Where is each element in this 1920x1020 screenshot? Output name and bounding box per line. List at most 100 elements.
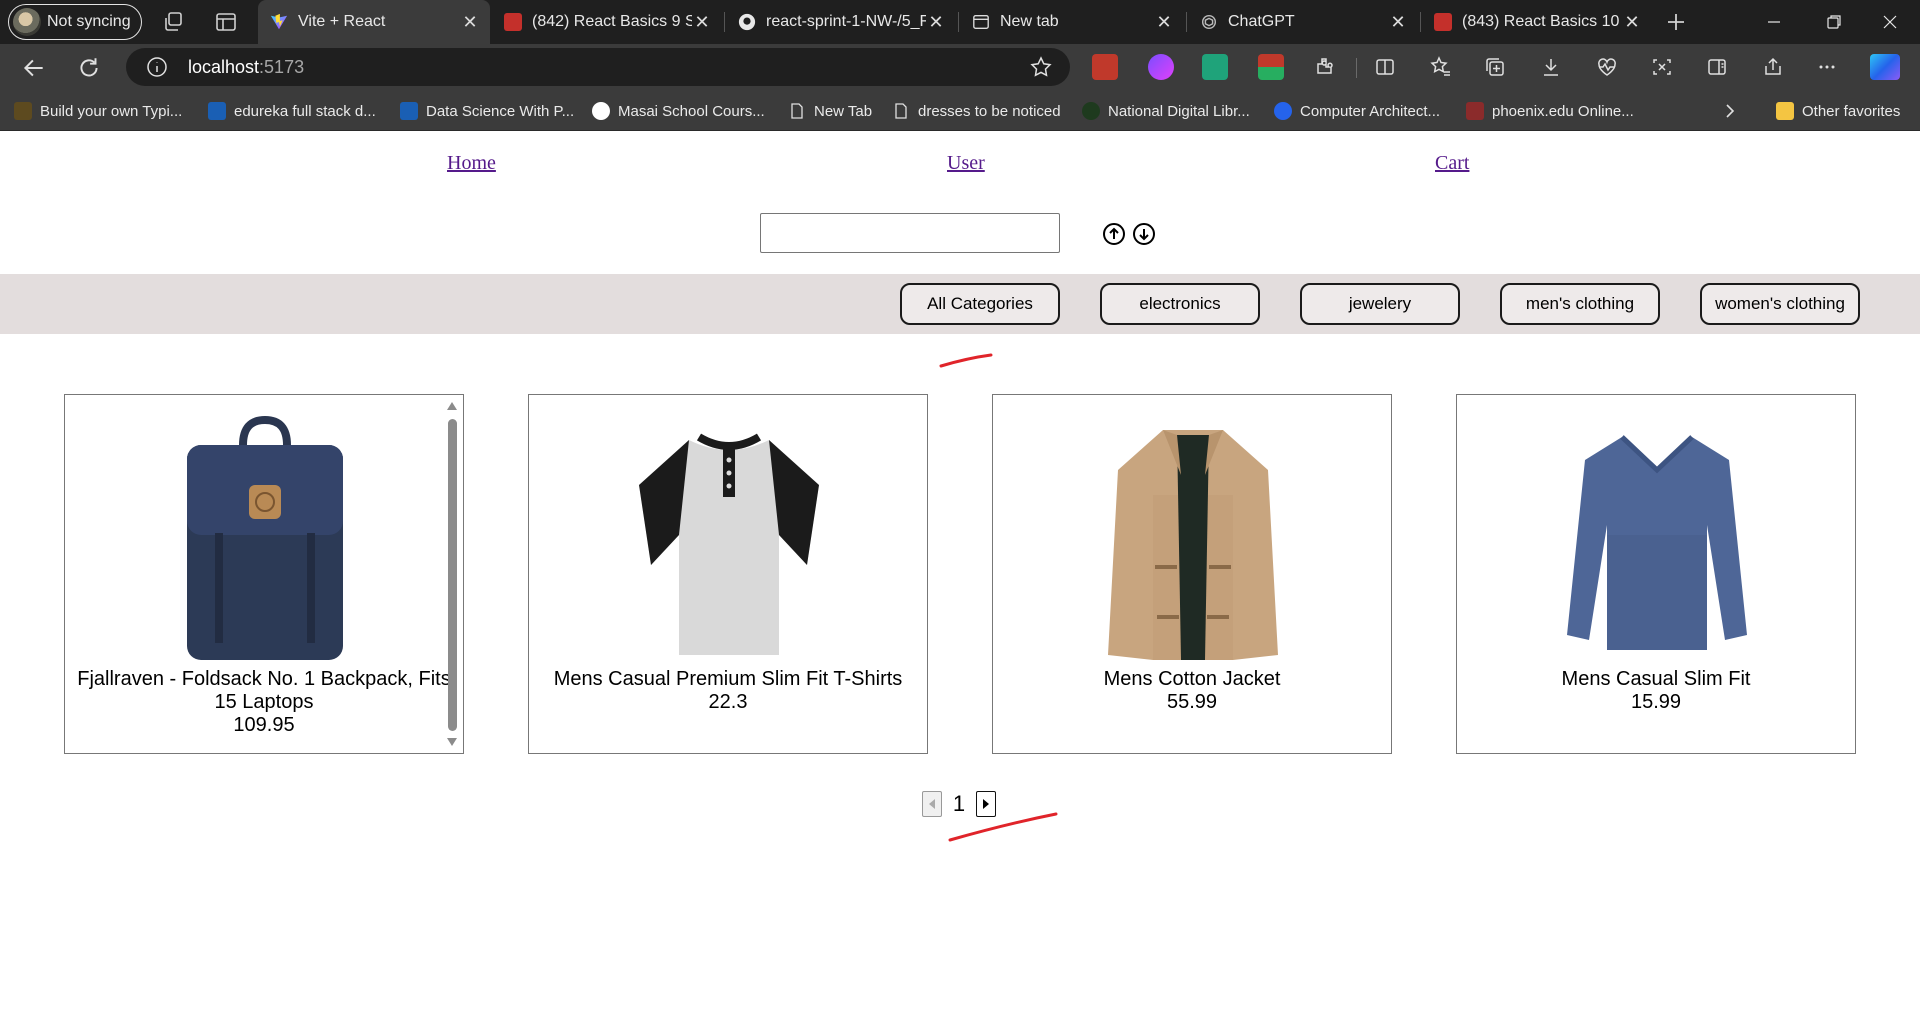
previous-page-button[interactable]	[922, 791, 942, 817]
scrollbar-thumb[interactable]	[448, 419, 457, 731]
extension-calendar-icon[interactable]	[1258, 54, 1284, 80]
sort-descending-icon[interactable]	[1132, 222, 1156, 246]
close-tab-icon[interactable]: ✕	[926, 12, 946, 32]
favorite-link[interactable]: National Digital Libr...	[1082, 101, 1250, 121]
nav-home-link[interactable]: Home	[447, 152, 496, 175]
favorite-link[interactable]: Masai School Cours...	[592, 101, 765, 121]
site-info-icon[interactable]	[146, 56, 168, 78]
favorite-link[interactable]: dresses to be noticed	[892, 101, 1061, 121]
folder-icon	[1776, 102, 1794, 120]
youtube-icon	[1434, 13, 1452, 31]
search-input[interactable]	[760, 213, 1060, 253]
product-name: Mens Casual Slim Fit	[1561, 668, 1751, 690]
card-scrollbar[interactable]	[445, 399, 459, 749]
tab-react-basics-10[interactable]: (843) React Basics 10 Sprint ✕	[1422, 0, 1652, 44]
favorite-link[interactable]: Computer Architect...	[1274, 101, 1440, 121]
category-womens-clothing-button[interactable]: women's clothing	[1700, 283, 1860, 325]
extension-red-icon[interactable]	[1092, 54, 1118, 80]
share-icon[interactable]	[1762, 56, 1784, 78]
tab-chatgpt[interactable]: ChatGPT ✕	[1188, 0, 1418, 44]
product-info: Mens Casual Premium Slim Fit T-Shirts 22…	[539, 668, 917, 714]
product-info: Mens Casual Slim Fit 15.99	[1467, 668, 1845, 714]
restore-button[interactable]	[1806, 0, 1862, 44]
url-port: :5173	[259, 56, 305, 77]
new-tab-icon	[973, 15, 989, 29]
raglan-tshirt-image	[639, 433, 819, 655]
extension-purple-icon[interactable]	[1148, 54, 1174, 80]
category-mens-clothing-button[interactable]: men's clothing	[1500, 283, 1660, 325]
favorite-link[interactable]: phoenix.edu Online...	[1466, 101, 1634, 121]
favorite-label: dresses to be noticed	[918, 102, 1061, 120]
profile-button[interactable]: Not syncing	[8, 4, 142, 40]
vite-icon	[270, 13, 288, 30]
tab-new-tab[interactable]: New tab ✕	[960, 0, 1184, 44]
back-arrow-icon[interactable]	[21, 55, 47, 81]
product-card[interactable]: Mens Casual Premium Slim Fit T-Shirts 22…	[528, 394, 928, 754]
tab-github-repo[interactable]: react-sprint-1-NW-/5_F ✕	[726, 0, 956, 44]
sidebar-icon[interactable]	[1706, 56, 1728, 78]
copilot-icon[interactable]	[1870, 54, 1900, 80]
collections-icon[interactable]	[1484, 56, 1506, 78]
minimize-button[interactable]	[1746, 0, 1802, 44]
address-bar[interactable]: localhost:5173	[126, 48, 1070, 86]
refresh-icon[interactable]	[76, 55, 102, 81]
favorite-link[interactable]: Data Science With P...	[400, 101, 574, 121]
split-screen-icon[interactable]	[1374, 56, 1396, 78]
download-icon[interactable]	[1540, 56, 1562, 78]
more-options-icon[interactable]	[1816, 56, 1838, 78]
favorites-bar: Build your own Typi... edureka full stac…	[0, 91, 1920, 131]
tab-actions-icon[interactable]	[214, 10, 238, 34]
browser-tab-bar: Not syncing Vite + React ✕ (842) React B…	[0, 0, 1920, 44]
product-card[interactable]: Mens Casual Slim Fit 15.99	[1456, 394, 1856, 754]
close-tab-icon[interactable]: ✕	[1622, 12, 1642, 32]
address-toolbar: localhost:5173	[0, 44, 1920, 91]
product-card[interactable]: Mens Cotton Jacket 55.99	[992, 394, 1392, 754]
favorites-icon[interactable]	[1430, 56, 1452, 78]
favorite-link[interactable]: New Tab	[788, 101, 872, 121]
tab-title: (842) React Basics 9 Sprint	[532, 13, 692, 30]
scroll-down-arrow-icon[interactable]	[446, 737, 458, 747]
extensions-puzzle-icon[interactable]	[1314, 56, 1336, 78]
favorite-label: New Tab	[814, 102, 873, 120]
current-page-number: 1	[952, 791, 966, 816]
product-price: 55.99	[1166, 691, 1218, 713]
close-window-button[interactable]	[1862, 0, 1918, 44]
category-electronics-button[interactable]: electronics	[1100, 283, 1260, 325]
nav-user-link[interactable]: User	[947, 152, 985, 175]
nav-cart-link[interactable]: Cart	[1435, 152, 1469, 175]
category-jewelery-button[interactable]: jewelery	[1300, 283, 1460, 325]
close-tab-icon[interactable]: ✕	[692, 12, 712, 32]
favorite-label: Data Science With P...	[426, 102, 575, 120]
workspaces-icon[interactable]	[162, 10, 186, 34]
product-price: 22.3	[708, 691, 748, 713]
favorite-label: phoenix.edu Online...	[1492, 102, 1634, 120]
chevron-right-icon[interactable]	[1720, 101, 1740, 121]
scroll-up-arrow-icon[interactable]	[446, 401, 458, 411]
browser-essentials-icon[interactable]	[1596, 56, 1618, 78]
tab-react-basics-9[interactable]: (842) React Basics 9 Sprint ✕	[492, 0, 722, 44]
close-tab-icon[interactable]: ✕	[460, 12, 480, 32]
category-all-button[interactable]: All Categories	[900, 283, 1060, 325]
favorite-label: Masai School Cours...	[618, 102, 765, 120]
close-tab-icon[interactable]: ✕	[1154, 12, 1174, 32]
product-card[interactable]: Fjallraven - Foldsack No. 1 Backpack, Fi…	[64, 394, 464, 754]
close-tab-icon[interactable]: ✕	[1388, 12, 1408, 32]
next-page-button[interactable]	[976, 791, 996, 817]
favorite-link[interactable]: Build your own Typi...	[14, 101, 182, 121]
favorite-label: National Digital Libr...	[1108, 102, 1250, 120]
tab-title: (843) React Basics 10 Sprint	[1462, 13, 1622, 30]
sort-ascending-icon[interactable]	[1102, 222, 1126, 246]
favorite-star-icon[interactable]	[1030, 56, 1052, 78]
product-name: Fjallraven - Foldsack No. 1 Backpack, Fi…	[77, 668, 451, 713]
favorite-label: Computer Architect...	[1300, 102, 1441, 120]
screenshot-icon[interactable]	[1651, 56, 1673, 78]
new-tab-plus-icon[interactable]	[1664, 10, 1688, 34]
category-filter-bar: All Categories electronics jewelery men'…	[0, 274, 1920, 334]
favorite-link[interactable]: edureka full stack d...	[208, 101, 376, 121]
other-favorites[interactable]: Other favorites	[1776, 101, 1900, 121]
tab-vite-react[interactable]: Vite + React ✕	[258, 0, 490, 44]
youtube-icon	[504, 13, 522, 31]
extension-s-icon[interactable]	[1202, 54, 1228, 80]
page-icon	[791, 103, 803, 119]
url-text[interactable]: localhost:5173	[188, 57, 304, 78]
